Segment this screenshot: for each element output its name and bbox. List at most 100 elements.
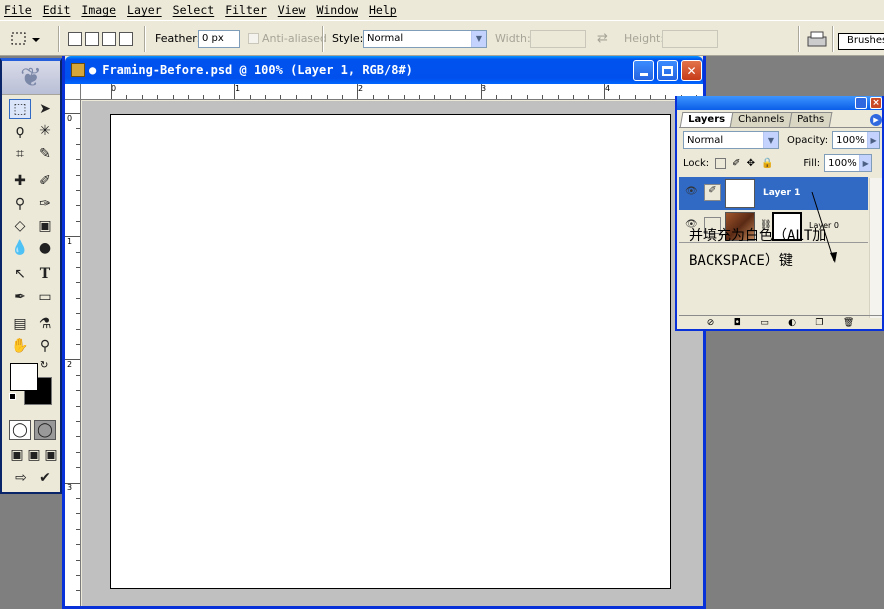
dodge-tool-icon[interactable]: ●: [34, 238, 56, 258]
maximize-button[interactable]: [657, 60, 678, 81]
new-selection-icon[interactable]: [68, 31, 82, 46]
magic-wand-tool-icon[interactable]: ✳: [34, 121, 56, 141]
ruler-tick: [76, 329, 80, 330]
adjustment-layer-icon[interactable]: ◐: [788, 318, 796, 328]
ruler-h-label: 4: [605, 84, 611, 93]
menu-layer[interactable]: Layer: [127, 3, 162, 17]
feather-label: Feather:: [155, 32, 201, 45]
ruler-tick: [188, 95, 189, 99]
foreground-color-swatch[interactable]: [10, 363, 38, 391]
menu-edit[interactable]: Edit: [43, 3, 71, 17]
ruler-tick: [388, 95, 389, 99]
add-selection-icon[interactable]: [85, 31, 99, 46]
canvas-pasteboard[interactable]: [82, 101, 703, 606]
ruler-tick: [65, 236, 80, 237]
palette-tabs: Layers Channels Paths: [679, 112, 833, 128]
ruler-origin[interactable]: [65, 84, 81, 100]
separator: [832, 26, 834, 52]
rectangle-shape-tool-icon[interactable]: ▭: [34, 287, 56, 307]
swap-icon[interactable]: ⇄: [597, 31, 608, 46]
ruler-tick: [126, 95, 127, 99]
palette-close-icon[interactable]: ×: [870, 97, 882, 109]
swap-colors-icon[interactable]: ↻: [40, 360, 48, 371]
ruler-tick: [76, 298, 80, 299]
tab-paths[interactable]: Paths: [788, 112, 833, 128]
blur-tool-icon[interactable]: 💧: [9, 238, 31, 258]
notes-tool-icon[interactable]: ▤: [9, 314, 31, 334]
type-tool-icon[interactable]: T: [34, 264, 56, 284]
marquee-preset-picker[interactable]: [8, 21, 42, 56]
history-brush-tool-icon[interactable]: ✑: [34, 194, 56, 214]
zoom-tool-icon[interactable]: ⚲: [34, 336, 56, 356]
tab-channels[interactable]: Channels: [729, 112, 793, 128]
ruler-tick: [250, 95, 251, 99]
document-title-bar[interactable]: ● Framing-Before.psd @ 100% (Layer 1, RG…: [65, 56, 703, 84]
menu-file[interactable]: File: [4, 3, 32, 17]
add-mask-icon[interactable]: ◘: [734, 318, 741, 328]
palette-menu-icon[interactable]: ▶: [870, 114, 882, 126]
ruler-tick: [296, 95, 297, 99]
clone-stamp-tool-icon[interactable]: ⚲: [9, 194, 31, 214]
move-tool-icon[interactable]: ➤: [34, 99, 56, 119]
style-label: Style:: [332, 32, 364, 45]
style-select[interactable]: Normal ▼: [363, 29, 487, 48]
full-screen-mode-icon[interactable]: ▣: [40, 445, 62, 465]
new-group-icon[interactable]: ▭: [760, 318, 769, 328]
gradient-tool-icon[interactable]: ▣: [34, 216, 56, 236]
selection-mode-group: [68, 21, 136, 56]
height-input[interactable]: [662, 29, 718, 48]
ruler-tick: [76, 452, 80, 453]
layer-style-icon[interactable]: ⊘: [707, 318, 715, 328]
palette-well-icon[interactable]: [806, 29, 828, 49]
palette-minimize-icon[interactable]: [855, 97, 867, 109]
pen-tool-icon[interactable]: ✒: [9, 287, 31, 307]
menu-view[interactable]: View: [278, 3, 306, 17]
slice-tool-icon[interactable]: ✎: [34, 144, 56, 164]
new-layer-icon[interactable]: ❐: [815, 318, 823, 328]
rect-marquee-tool-icon[interactable]: ⬚: [9, 99, 31, 119]
close-button[interactable]: ✕: [681, 60, 702, 81]
separator: [144, 26, 146, 52]
horizontal-ruler[interactable]: 0 1 2 3 4: [81, 84, 703, 100]
brush-tool-icon[interactable]: ✐: [34, 171, 56, 191]
ruler-tick: [76, 513, 80, 514]
toolbox-header[interactable]: ❦: [2, 61, 60, 95]
ruler-tick: [650, 95, 651, 99]
eyedropper-tool-icon[interactable]: ⚗: [34, 314, 56, 334]
ruler-tick: [142, 95, 143, 99]
antialiased-checkbox[interactable]: [248, 33, 259, 44]
menu-help[interactable]: Help: [369, 3, 397, 17]
lasso-tool-icon[interactable]: ϙ: [9, 121, 31, 141]
palette-title-bar[interactable]: ×: [677, 96, 882, 110]
eraser-tool-icon[interactable]: ◇: [9, 216, 31, 236]
checkmark-icon[interactable]: ✔: [34, 468, 56, 488]
document-canvas[interactable]: [110, 114, 671, 589]
ruler-tick: [76, 190, 80, 191]
menu-window[interactable]: Window: [316, 3, 358, 17]
width-input[interactable]: [530, 29, 586, 48]
menu-filter[interactable]: Filter: [225, 3, 267, 17]
standard-mode-icon[interactable]: ◯: [9, 420, 31, 440]
crop-tool-icon[interactable]: ⌗: [9, 144, 31, 164]
hand-tool-icon[interactable]: ✋: [9, 336, 31, 356]
jump-to-imageready-icon[interactable]: ⇨: [10, 468, 32, 488]
minimize-button[interactable]: [633, 60, 654, 81]
vertical-ruler[interactable]: 0 1 2 3: [65, 100, 81, 606]
ruler-tick: [111, 84, 112, 99]
default-colors-icon[interactable]: [9, 393, 16, 400]
document-title: Framing-Before.psd @ 100% (Layer 1, RGB/…: [102, 63, 413, 77]
document-window: ● Framing-Before.psd @ 100% (Layer 1, RG…: [62, 56, 706, 609]
ruler-tick: [481, 84, 482, 99]
path-selection-tool-icon[interactable]: ↖: [9, 264, 31, 284]
feather-input[interactable]: [198, 29, 240, 48]
brushes-tab[interactable]: Brushes: [838, 33, 884, 50]
menu-select[interactable]: Select: [173, 3, 215, 17]
quick-mask-mode-icon[interactable]: ◯: [34, 420, 56, 440]
tab-layers[interactable]: Layers: [679, 112, 734, 128]
healing-brush-tool-icon[interactable]: ✚: [9, 171, 31, 191]
ruler-tick: [76, 159, 80, 160]
subtract-selection-icon[interactable]: [102, 31, 116, 46]
trash-icon[interactable]: 🗑: [843, 318, 854, 328]
menu-image[interactable]: Image: [81, 3, 116, 17]
intersect-selection-icon[interactable]: [119, 31, 133, 46]
